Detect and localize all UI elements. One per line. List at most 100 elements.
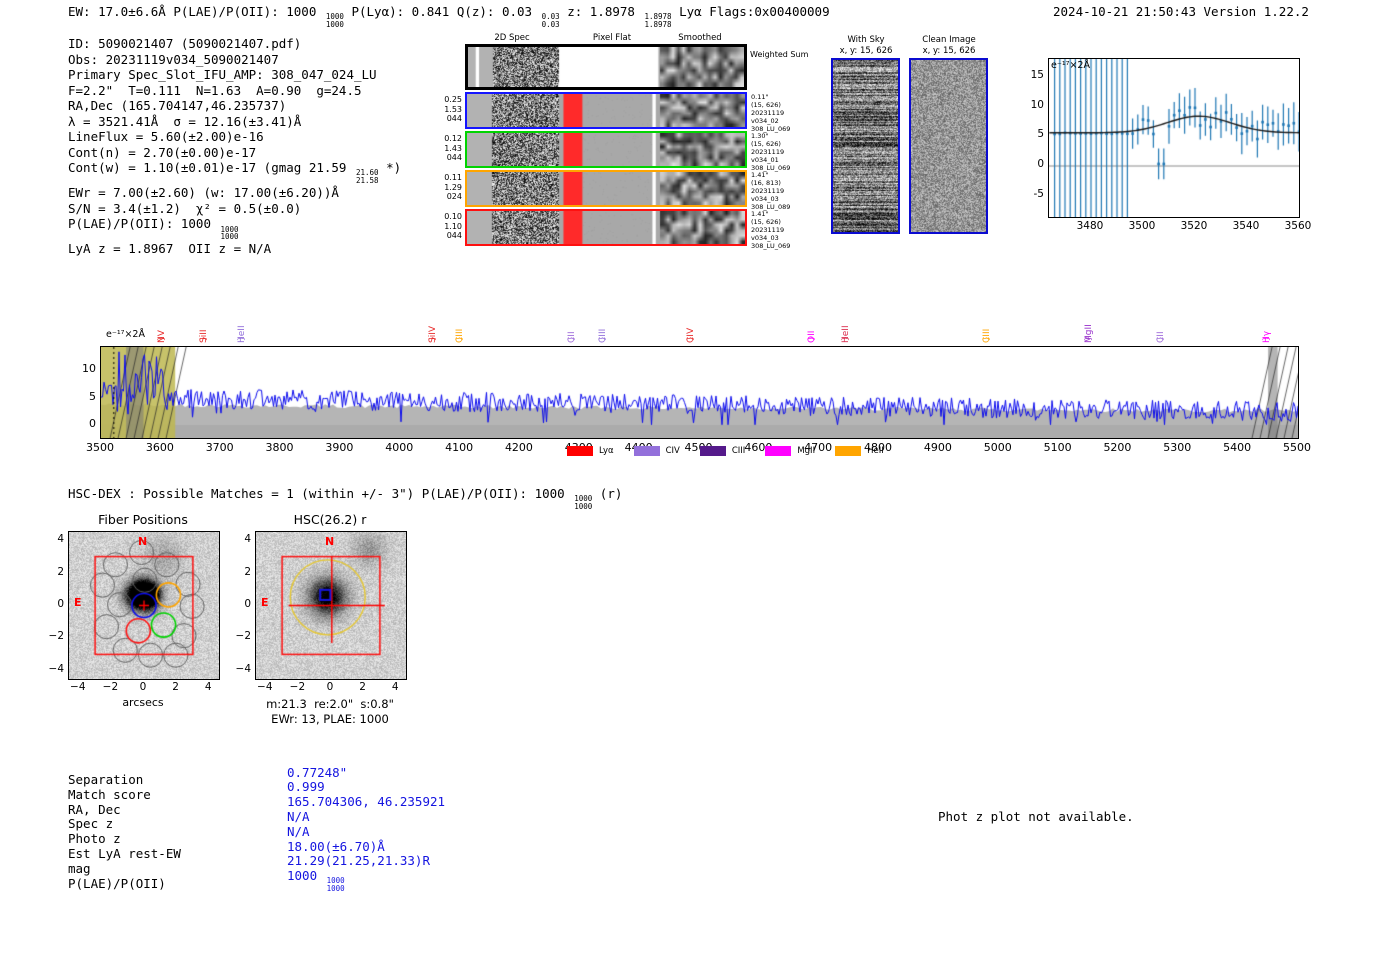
match-table-label-3: Spec z xyxy=(68,816,114,832)
column-header-pixel-flat: Pixel Flat xyxy=(592,33,632,43)
fiber-east-label: E xyxy=(74,596,82,609)
cutout-y-tick-label: −4 xyxy=(235,662,251,675)
info-line-text: *) xyxy=(378,160,402,175)
summary-header-fraction: 1.8978 1.8978 xyxy=(644,12,672,30)
legend-swatch xyxy=(835,446,862,456)
match-table-value-text: 165.704306, 46.235921 xyxy=(287,794,446,810)
emission-line-marker: { xyxy=(156,335,166,342)
spectrum-y-tick-label: 10 xyxy=(82,362,96,375)
match-table-label-6: mag xyxy=(68,860,91,876)
cutout-y-tick-label: −2 xyxy=(235,630,251,643)
info-line-text: S/N = 3.4(±1.2) χ² = 0.5(±0.0) xyxy=(68,200,302,216)
legend-label: HeII xyxy=(867,446,884,456)
match-table-label-0: Separation xyxy=(68,772,144,787)
clean-image-header: Clean Image x, y: 15, 626 xyxy=(905,35,993,56)
cutout-y-tick-label: 2 xyxy=(57,565,64,578)
info-line-5: λ = 3521.41Å σ = 12.16(±3.41)Å xyxy=(68,114,401,130)
cutout-row-left-labels: 0.11 1.29 024 xyxy=(444,173,462,201)
info-line-7: Cont(n) = 2.70(±0.00)e-17 xyxy=(68,145,401,161)
emission-line-marker: { xyxy=(1262,335,1272,342)
cutout-row-left-labels: 0.12 1.43 044 xyxy=(444,134,462,162)
hsc-ewr-plae-line: EWr: 13, PLAE: 1000 xyxy=(271,712,389,726)
info-line-text: RA,Dec (165.704147,46.235737) xyxy=(68,98,287,113)
fit-y-tick-label: 15 xyxy=(1030,69,1044,82)
info-line-10: S/N = 3.4(±1.2) χ² = 0.5(±0.0) xyxy=(68,201,401,217)
summary-header-text: Lyα Flags:0x00400009 xyxy=(671,4,830,19)
full-spectrum-plot xyxy=(100,346,1299,439)
with-sky-coords: x, y: 15, 626 xyxy=(839,45,893,56)
emission-line-marker: { xyxy=(237,335,247,342)
summary-header-fraction: 1000 1000 xyxy=(325,12,344,30)
fit-x-tick-label: 3480 xyxy=(1076,220,1104,232)
info-line-text: Cont(w) = 1.10(±0.01)e-17 (gmag 21.59 xyxy=(68,160,354,175)
legend-swatch xyxy=(765,446,792,456)
match-table-value-4: N/A xyxy=(287,823,310,840)
info-line-text: ID: 5090021407 (5090021407.pdf) xyxy=(68,36,302,51)
spectrum-x-tick-label: 5400 xyxy=(1223,441,1252,454)
spectrum-x-tick-label: 3800 xyxy=(265,441,294,454)
fit-x-tick-label: 3520 xyxy=(1180,220,1208,232)
hsc-north-label: N xyxy=(325,535,335,548)
line-fit-plot xyxy=(1048,58,1300,218)
info-line-11: P(LAE)/P(OII): 1000 1000 1000 xyxy=(68,216,401,241)
fit-y-tick-label: 5 xyxy=(1037,128,1044,141)
legend-item-Lyα: Lyα xyxy=(567,446,614,456)
weighted-sum-label: Weighted Sum xyxy=(750,50,809,59)
spectrum-x-tick-label: 4200 xyxy=(504,441,533,454)
emission-line-marker: { xyxy=(982,335,992,342)
legend-swatch xyxy=(633,446,660,456)
cutout-y-tick-label: −4 xyxy=(48,662,64,675)
cutout-y-tick-label: 2 xyxy=(244,565,251,578)
legend-swatch xyxy=(699,446,726,456)
info-line-3: F=2.2" T=0.111 N=1.63 A=0.90 g=24.5 xyxy=(68,83,401,99)
photz-note: Phot z plot not available. xyxy=(938,809,1134,824)
match-table-value-2: 165.704306, 46.235921 xyxy=(287,794,446,810)
cutout-row-strip xyxy=(465,92,747,129)
summary-header-text: EW: 17.0±6.6Å P(LAE)/P(OII): 1000 xyxy=(68,4,324,19)
info-line-text: λ = 3521.41Å σ = 12.16(±3.41)Å xyxy=(68,113,302,129)
fit-x-tick-label: 3560 xyxy=(1284,220,1312,232)
clean-image-cutout xyxy=(909,58,988,234)
info-line-text: F=2.2" T=0.111 N=1.63 A=0.90 g=24.5 xyxy=(68,82,362,98)
legend-label: Lyα xyxy=(599,446,614,456)
emission-line-marker: { xyxy=(566,335,576,342)
spectrum-y-tick-label: 0 xyxy=(89,417,96,430)
legend-swatch xyxy=(567,446,593,456)
cutout-row-annotations: 1.41" (15, 626) 20231119 v034_03 308_LU_069 xyxy=(751,210,791,250)
match-table-value-text: N/A xyxy=(287,823,310,839)
info-line-6: LineFlux = 5.60(±2.00)e-16 xyxy=(68,129,401,145)
match-table-value-7: 1000 1000 1000 xyxy=(287,868,345,893)
cutout-y-tick-label: 4 xyxy=(57,533,64,546)
spectrum-x-tick-label: 5100 xyxy=(1043,441,1072,454)
spectrum-x-tick-label: 4000 xyxy=(385,441,414,454)
fit-y-tick-label: 10 xyxy=(1030,98,1044,111)
match-table-value-6: 21.29(21.25,21.33)R xyxy=(287,853,430,869)
emission-line-marker: { xyxy=(685,335,695,342)
info-line-4: RA,Dec (165.704147,46.235737) xyxy=(68,98,401,114)
hsc-east-label: E xyxy=(261,596,269,609)
info-line-12: LyA z = 1.8967 OII z = N/A xyxy=(68,241,401,257)
spectrum-y-tick-label: 5 xyxy=(89,389,96,403)
emission-line-marker: { xyxy=(1156,335,1166,342)
with-sky-cutout xyxy=(831,58,900,234)
summary-header-fraction: 0.03 0.03 xyxy=(541,12,560,30)
legend-label: MgII xyxy=(797,446,816,456)
spectrum-x-tick-label: 3700 xyxy=(205,441,234,454)
cutout-x-tick-label: 4 xyxy=(391,681,399,693)
match-table-value-text: 0.999 xyxy=(287,779,325,795)
emission-line-marker: { xyxy=(1083,335,1093,342)
cutout-y-tick-label: 0 xyxy=(57,598,64,610)
emission-line-marker: { xyxy=(840,335,850,342)
fiber-positions-plot xyxy=(68,531,220,680)
info-line-1: Obs: 20231119v034_5090021407 xyxy=(68,52,401,68)
info-line-0: ID: 5090021407 (5090021407.pdf) xyxy=(68,36,401,52)
legend-label: CIII xyxy=(731,446,746,456)
match-table-value-5: 18.00(±6.70)Å xyxy=(287,839,385,855)
clean-image-coords: x, y: 15, 626 xyxy=(922,45,976,56)
cutout-x-tick-label: 2 xyxy=(172,681,179,693)
info-line-9: EWr = 7.00(±2.60) (w: 17.00(±6.20))Å xyxy=(68,185,401,201)
match-table-value-text: 0.77248" xyxy=(287,764,348,780)
legend-item-CIII: CIII xyxy=(699,446,746,456)
spectrum-legend: Lyα CIV CIII MgII HeII xyxy=(567,446,884,456)
spectrum-x-tick-label: 3600 xyxy=(145,441,174,454)
